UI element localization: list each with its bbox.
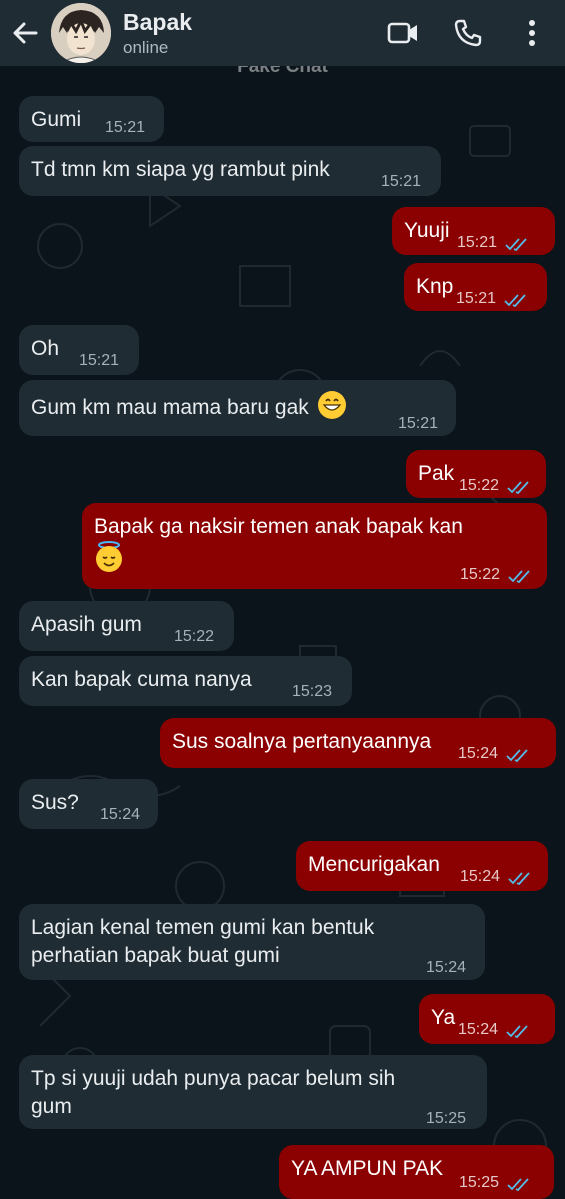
message-time: 15:24 — [458, 1021, 499, 1038]
chat-area[interactable]: Fake Chat Gumi 15:21 Td tmn km siapa yg ra… — [0, 66, 565, 1199]
outgoing-message[interactable]: Bapak ga naksir temen anak bapak kan 15:2… — [82, 503, 547, 589]
message-time: 15:25 — [426, 1110, 467, 1127]
phone-icon[interactable] — [452, 17, 484, 49]
incoming-message[interactable]: Oh 15:21 — [19, 325, 139, 375]
outgoing-message[interactable]: Pak 15:22 — [406, 450, 546, 498]
vertical-dots-icon[interactable] — [516, 17, 548, 49]
message-time: 15:21 — [457, 234, 498, 251]
incoming-message[interactable]: Gum km mau mama baru gak 15:21 — [19, 380, 456, 436]
message-time: 15:22 — [459, 477, 500, 494]
read-receipt-icon — [505, 232, 529, 252]
incoming-message[interactable]: Lagian kenal temen gumi kan bentuk perha… — [19, 904, 485, 980]
message-time: 15:22 — [460, 566, 501, 583]
message-text: Td tmn km siapa yg rambut pink — [31, 158, 330, 181]
message-text: Yuuji — [404, 219, 450, 242]
message-text: Sus soalnya pertanyaannya — [172, 730, 432, 753]
incoming-message[interactable]: Sus? 15:24 — [19, 779, 158, 829]
outgoing-message[interactable]: YA AMPUN PAK 15:25 — [279, 1145, 554, 1199]
incoming-message[interactable]: Kan bapak cuma nanya 15:23 — [19, 656, 352, 706]
arrow-left-icon[interactable] — [8, 16, 42, 50]
read-receipt-icon — [508, 866, 532, 886]
read-receipt-icon — [508, 564, 532, 584]
chat-header: Bapak online — [0, 0, 565, 66]
contact-name[interactable]: Bapak — [123, 9, 192, 36]
message-text: Gum km mau mama baru gak — [31, 390, 347, 428]
message-time: 15:21 — [398, 415, 439, 432]
message-text: Knp — [416, 275, 454, 298]
read-receipt-icon — [507, 1172, 531, 1192]
outgoing-message[interactable]: Knp 15:21 — [404, 263, 547, 311]
message-time: 15:21 — [381, 173, 422, 190]
message-text: Pak — [418, 462, 455, 485]
avatar[interactable] — [51, 3, 111, 63]
read-receipt-icon — [506, 743, 530, 763]
message-time: 15:21 — [456, 290, 497, 307]
message-text: Lagian kenal temen gumi kan bentuk perha… — [31, 916, 375, 967]
message-text: YA AMPUN PAK — [291, 1157, 444, 1180]
incoming-message[interactable]: Gumi 15:21 — [19, 96, 164, 142]
message-text: Gumi — [31, 108, 82, 131]
message-text: Tp si yuuji udah punya pacar belum sih g… — [31, 1067, 396, 1118]
message-text: Kan bapak cuma nanya — [31, 668, 252, 691]
read-receipt-icon — [506, 1019, 530, 1039]
outgoing-message[interactable]: Mencurigakan 15:24 — [296, 841, 548, 891]
message-time: 15:23 — [292, 683, 333, 700]
message-time: 15:24 — [460, 868, 501, 885]
message-text: Sus? — [31, 791, 79, 814]
outgoing-message[interactable]: Ya 15:24 — [419, 994, 555, 1044]
message-text: Apasih gum — [31, 613, 142, 636]
read-receipt-icon — [504, 288, 528, 308]
message-time: 15:24 — [426, 959, 467, 976]
message-time: 15:24 — [458, 745, 499, 762]
message-text: Mencurigakan — [308, 853, 440, 876]
message-text: Ya — [431, 1006, 456, 1029]
message-time: 15:24 — [100, 806, 141, 823]
incoming-message[interactable]: Tp si yuuji udah punya pacar belum sih g… — [19, 1055, 487, 1129]
read-receipt-icon — [507, 475, 531, 495]
message-time: 15:22 — [174, 628, 215, 645]
halo-face-icon — [94, 541, 463, 581]
watermark: Fake Chat — [237, 66, 328, 77]
grinning-face-icon — [317, 390, 347, 428]
contact-status: online — [123, 38, 169, 57]
outgoing-message[interactable]: Sus soalnya pertanyaannya 15:24 — [160, 718, 556, 768]
message-text: Bapak ga naksir temen anak bapak kan — [94, 513, 463, 581]
outgoing-message[interactable]: Yuuji 15:21 — [392, 207, 555, 255]
message-time: 15:25 — [459, 1174, 500, 1191]
incoming-message[interactable]: Td tmn km siapa yg rambut pink 15:21 — [19, 146, 441, 196]
video-camera-icon[interactable] — [387, 17, 419, 49]
message-text: Oh — [31, 337, 60, 360]
message-time: 15:21 — [79, 352, 120, 369]
incoming-message[interactable]: Apasih gum 15:22 — [19, 601, 234, 651]
message-time: 15:21 — [105, 119, 146, 136]
